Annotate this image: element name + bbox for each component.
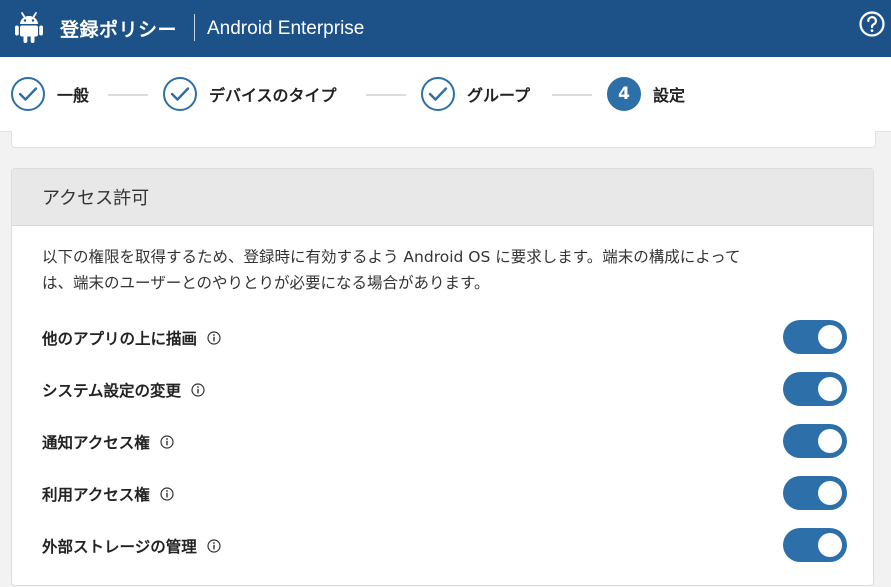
step-number-badge: 4 [607,77,641,111]
info-icon[interactable] [207,331,221,345]
permission-label: 利用アクセス権 [42,486,150,504]
step-label: デバイスのタイプ [209,86,337,105]
description-line: 以下の権限を取得するため、登録時に有効するよう Android OS に要求しま… [42,248,741,266]
checkmark-icon [421,77,455,111]
info-icon[interactable] [207,539,221,553]
section-title: アクセス許可 [12,169,873,226]
step-label: グループ [467,86,531,105]
step-label: 設定 [653,86,686,105]
checkmark-icon [11,77,45,111]
toggle-knob [818,481,842,505]
step-device-type[interactable]: デバイスのタイプ [163,75,337,113]
permission-toggle[interactable] [783,528,847,562]
step-connector [108,94,148,96]
permissions-section: アクセス許可 以下の権限を取得するため、登録時に有効するよう Android O… [11,168,874,586]
header-divider [194,14,195,41]
help-icon[interactable] [859,11,885,37]
permission-toggle[interactable] [783,424,847,458]
permission-toggle[interactable] [783,372,847,406]
toggle-knob [818,377,842,401]
info-icon[interactable] [191,383,205,397]
description-line: は、端末のユーザーとのやりとりが必要になる場合があります。 [42,274,490,292]
step-label: 一般 [57,86,90,105]
previous-section-card [11,131,876,148]
permission-label: システム設定の変更 [42,382,182,400]
permission-row-usage-access: 利用アクセス権 [42,476,847,512]
page-title: 登録ポリシー [60,19,178,41]
permission-toggle[interactable] [783,476,847,510]
step-settings[interactable]: 4 設定 [607,75,685,113]
toggle-knob [818,429,842,453]
toggle-knob [818,533,842,557]
permission-row-notification-access: 通知アクセス権 [42,424,847,460]
permission-label: 通知アクセス権 [42,434,150,452]
checkmark-icon [163,77,197,111]
permission-toggle[interactable] [783,320,847,354]
permission-row-draw-over-apps: 他のアプリの上に描画 [42,320,847,356]
step-general[interactable]: 一般 [11,75,89,113]
wizard-stepper: 一般 デバイスのタイプ グループ 4 設定 [0,57,891,132]
permission-label: 他のアプリの上に描画 [42,330,198,348]
page-subtitle: Android Enterprise [207,17,365,39]
step-connector [366,94,406,96]
step-connector [552,94,592,96]
toggle-knob [818,325,842,349]
step-group[interactable]: グループ [421,75,530,113]
section-description: 以下の権限を取得するため、登録時に有効するよう Android OS に要求しま… [42,244,842,296]
permission-row-modify-system-settings: システム設定の変更 [42,372,847,408]
app-header: 登録ポリシー Android Enterprise [0,0,891,57]
permission-row-external-storage: 外部ストレージの管理 [42,528,847,564]
permission-label: 外部ストレージの管理 [42,538,197,556]
info-icon[interactable] [160,435,174,449]
info-icon[interactable] [160,487,174,501]
android-icon [15,12,43,43]
